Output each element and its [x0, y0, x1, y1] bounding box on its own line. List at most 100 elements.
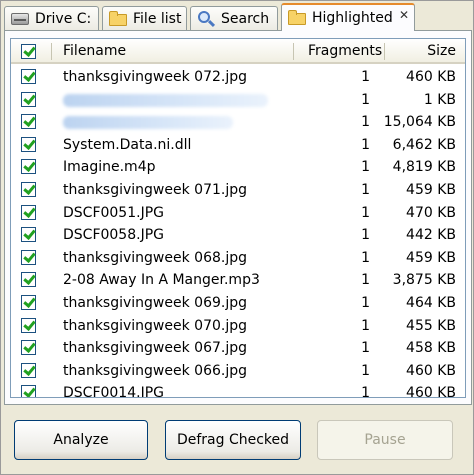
- cell-size: 470 KB: [406, 204, 456, 221]
- folder-icon: [288, 10, 306, 26]
- cell-size: 3,875 KB: [392, 272, 456, 289]
- table-row[interactable]: 1 15,064 KB: [11, 111, 465, 134]
- cell-filename: thanksgivingweek 068.jpg: [63, 249, 247, 266]
- cell-size: 459 KB: [406, 181, 456, 198]
- cell-filename: thanksgivingweek 069.jpg: [63, 294, 247, 311]
- table-row[interactable]: thanksgivingweek 070.jpg 1 455 KB: [11, 315, 465, 338]
- cell-size: 6,462 KB: [392, 136, 456, 153]
- cell-filename: thanksgivingweek 067.jpg: [63, 340, 247, 357]
- tab-bar: Drive C: File list Search Highlighted ✕: [4, 3, 472, 31]
- row-checkbox[interactable]: [21, 317, 36, 333]
- cell-filename: thanksgivingweek 066.jpg: [63, 362, 247, 379]
- row-checkbox[interactable]: [21, 69, 36, 84]
- cell-fragments: 1: [361, 385, 370, 398]
- cell-filename: DSCF0051.JPG: [63, 204, 164, 221]
- tab-file-list[interactable]: File list: [102, 6, 187, 30]
- column-header-size[interactable]: Size: [427, 39, 456, 64]
- table-row[interactable]: Imagine.m4p 1 4,819 KB: [11, 156, 465, 179]
- column-header-filename[interactable]: Filename: [63, 39, 126, 64]
- cell-fragments: 1: [361, 340, 370, 357]
- cell-size: 4,819 KB: [392, 159, 456, 176]
- table-row[interactable]: thanksgivingweek 067.jpg 1 458 KB: [11, 337, 465, 360]
- row-checkbox[interactable]: [21, 181, 36, 197]
- cell-filename: 2-08 Away In A Manger.mp3: [63, 272, 260, 289]
- column-separator: [293, 43, 294, 60]
- cell-size: 1 KB: [423, 91, 456, 108]
- tab-label: Search: [221, 10, 270, 27]
- cell-fragments: 1: [361, 249, 370, 266]
- cell-size: 464 KB: [406, 294, 456, 311]
- row-checkbox[interactable]: [21, 114, 36, 130]
- row-checkbox[interactable]: [21, 204, 36, 220]
- row-checkbox[interactable]: [21, 385, 36, 397]
- table-row[interactable]: thanksgivingweek 072.jpg 1 460 KB: [11, 66, 465, 89]
- row-checkbox[interactable]: [21, 362, 36, 378]
- row-checkbox[interactable]: [21, 91, 36, 107]
- table-row[interactable]: thanksgivingweek 069.jpg 1 464 KB: [11, 292, 465, 315]
- table-row[interactable]: 1 1 KB: [11, 89, 465, 112]
- cell-fragments: 1: [361, 114, 370, 131]
- cell-size: 460 KB: [406, 385, 456, 398]
- cell-size: 460 KB: [406, 69, 456, 85]
- cell-filename: Imagine.m4p: [63, 159, 156, 176]
- table-row[interactable]: thanksgivingweek 071.jpg 1 459 KB: [11, 179, 465, 202]
- table-row[interactable]: DSCF0014.JPG 1 460 KB: [11, 382, 465, 398]
- row-checkbox[interactable]: [21, 340, 36, 356]
- cell-filename: thanksgivingweek 070.jpg: [63, 317, 247, 334]
- cell-size: 460 KB: [406, 362, 456, 379]
- drive-icon: [11, 11, 29, 27]
- tab-label: Drive C:: [35, 10, 92, 27]
- list-header: Filename Fragments Size: [11, 39, 465, 64]
- highlighted-panel: Filename Fragments Size thanksgivingweek…: [4, 30, 472, 405]
- redacted-filename: [63, 93, 268, 107]
- cell-filename: thanksgivingweek 071.jpg: [63, 181, 247, 198]
- table-row[interactable]: thanksgivingweek 066.jpg 1 460 KB: [11, 360, 465, 383]
- folder-icon: [109, 10, 127, 27]
- defrag-checked-button[interactable]: Defrag Checked: [165, 420, 301, 460]
- cell-fragments: 1: [361, 69, 370, 85]
- row-checkbox[interactable]: [21, 227, 36, 243]
- tab-label: Highlighted: [312, 10, 393, 26]
- row-checkbox[interactable]: [21, 249, 36, 265]
- row-checkbox[interactable]: [21, 159, 36, 175]
- cell-fragments: 1: [361, 204, 370, 221]
- row-checkbox[interactable]: [21, 136, 36, 152]
- check-icon: [21, 44, 36, 59]
- cell-size: 15,064 KB: [383, 114, 456, 131]
- cell-filename: thanksgivingweek 072.jpg: [63, 69, 247, 85]
- cell-size: 458 KB: [406, 340, 456, 357]
- close-icon[interactable]: ✕: [399, 8, 409, 22]
- table-row[interactable]: System.Data.ni.dll 1 6,462 KB: [11, 134, 465, 157]
- table-row[interactable]: DSCF0051.JPG 1 470 KB: [11, 202, 465, 225]
- tab-drive-c[interactable]: Drive C:: [4, 6, 99, 30]
- cell-filename: System.Data.ni.dll: [63, 136, 192, 153]
- cell-fragments: 1: [361, 362, 370, 379]
- cell-size: 455 KB: [406, 317, 456, 334]
- cell-fragments: 1: [361, 227, 370, 244]
- row-checkbox[interactable]: [21, 294, 36, 310]
- cell-size: 459 KB: [406, 249, 456, 266]
- app-window: Drive C: File list Search Highlighted ✕ …: [0, 0, 474, 475]
- cell-filename: DSCF0014.JPG: [63, 385, 164, 398]
- column-separator: [384, 43, 385, 60]
- cell-fragments: 1: [361, 136, 370, 153]
- column-separator: [51, 43, 52, 60]
- redacted-filename: [63, 116, 233, 130]
- cell-fragments: 1: [361, 294, 370, 311]
- row-checkbox[interactable]: [21, 272, 36, 288]
- cell-fragments: 1: [361, 181, 370, 198]
- file-list-view[interactable]: Filename Fragments Size thanksgivingweek…: [10, 38, 466, 398]
- cell-filename: DSCF0058.JPG: [63, 227, 164, 244]
- table-row[interactable]: 2-08 Away In A Manger.mp3 1 3,875 KB: [11, 269, 465, 292]
- tab-highlighted[interactable]: Highlighted ✕: [281, 3, 415, 31]
- tab-search[interactable]: Search: [190, 6, 278, 30]
- search-icon: [197, 10, 215, 27]
- cell-fragments: 1: [361, 272, 370, 289]
- analyze-button[interactable]: Analyze: [14, 420, 148, 460]
- tab-label: File list: [133, 10, 182, 27]
- column-header-fragments[interactable]: Fragments: [308, 39, 382, 64]
- table-row[interactable]: thanksgivingweek 068.jpg 1 459 KB: [11, 247, 465, 270]
- cell-fragments: 1: [361, 317, 370, 334]
- table-row[interactable]: DSCF0058.JPG 1 442 KB: [11, 224, 465, 247]
- pause-button: Pause: [317, 420, 453, 460]
